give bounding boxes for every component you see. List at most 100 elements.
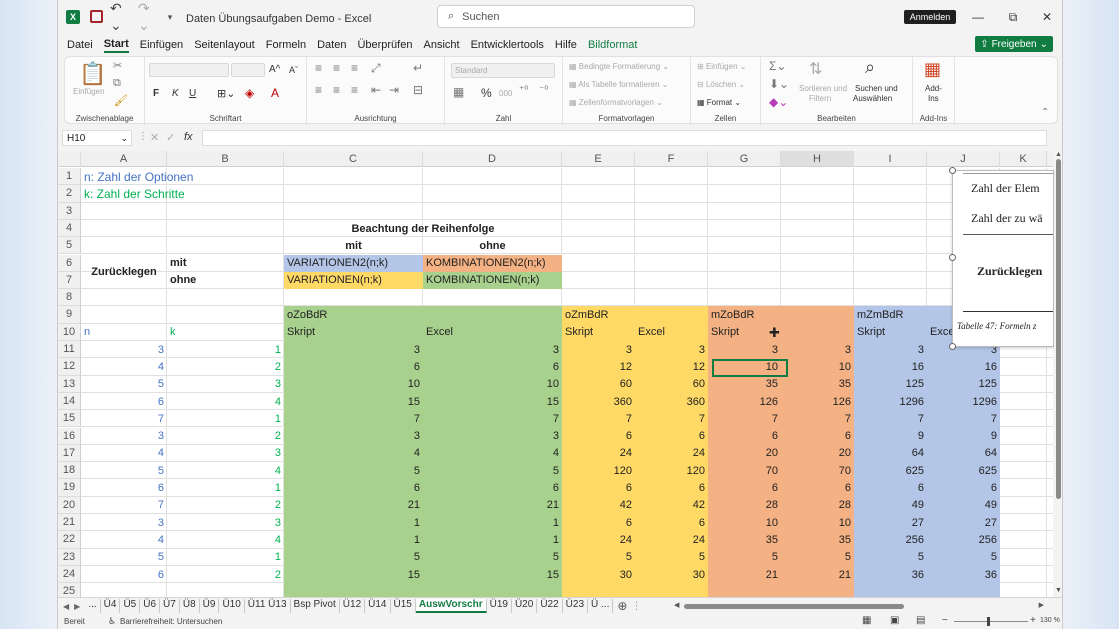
- row-header-15[interactable]: 15: [58, 410, 81, 428]
- delete-cells-button[interactable]: ⊟ Löschen ⌄: [697, 80, 745, 89]
- inserted-picture[interactable]: Zahl der Elem Zahl der zu wä Zurücklegen…: [952, 170, 1054, 347]
- cell-g11[interactable]: 3: [708, 341, 781, 358]
- name-box[interactable]: H10 ⌄: [62, 130, 132, 146]
- resize-handle[interactable]: [949, 343, 956, 350]
- cell-g23[interactable]: 5: [708, 549, 781, 566]
- grid-cell[interactable]: [423, 202, 562, 220]
- cell-d15[interactable]: 7: [423, 410, 562, 427]
- cell-a18[interactable]: 5: [81, 462, 167, 479]
- grid-cell[interactable]: [781, 237, 854, 255]
- grid-cell[interactable]: [562, 289, 635, 307]
- row-header-8[interactable]: 8: [58, 289, 81, 307]
- cell-h13[interactable]: 35: [781, 376, 854, 393]
- sheet-tab[interactable]: Ü6: [140, 599, 161, 613]
- grid-cell[interactable]: [1000, 462, 1047, 480]
- cell-c12[interactable]: 6: [284, 358, 423, 375]
- orientation-icon[interactable]: ⤢: [371, 61, 381, 76]
- grid-cell[interactable]: [854, 202, 927, 220]
- grid-cell[interactable]: [1000, 496, 1047, 514]
- share-button[interactable]: ⇪ Freigeben ⌄: [975, 36, 1053, 52]
- grid-cell[interactable]: [708, 289, 781, 307]
- zoom-slider[interactable]: [954, 621, 1028, 622]
- cell-c9[interactable]: oZoBdR: [284, 306, 423, 323]
- cell-c23[interactable]: 5: [284, 549, 423, 566]
- restore-button[interactable]: ⧉: [1003, 8, 1023, 26]
- grid-cell[interactable]: [81, 289, 167, 307]
- cell-g24[interactable]: 21: [708, 566, 781, 583]
- grid-cell[interactable]: [423, 168, 562, 186]
- cell-c18[interactable]: 5: [284, 462, 423, 479]
- cell-g12[interactable]: 10: [708, 358, 781, 375]
- align-right-icon[interactable]: ≡: [351, 83, 358, 97]
- row-header-5[interactable]: 5: [58, 237, 81, 255]
- grid-cell[interactable]: [1000, 427, 1047, 445]
- outdent-icon[interactable]: ⇥: [389, 83, 399, 97]
- grid-cell[interactable]: [1000, 392, 1047, 411]
- sheet-tab[interactable]: Ü ...: [588, 599, 614, 613]
- paste-icon[interactable]: 📋: [79, 61, 106, 87]
- row-header-20[interactable]: 20: [58, 496, 81, 514]
- grid-cell[interactable]: [81, 219, 167, 238]
- search-input[interactable]: ⌕ Suchen: [437, 5, 695, 28]
- column-header-f[interactable]: F: [635, 151, 708, 167]
- cell-d23[interactable]: 5: [423, 549, 562, 566]
- cell-j16[interactable]: 9: [927, 428, 1000, 445]
- cell-d7[interactable]: KOMBINATIONEN(n;k): [423, 272, 562, 289]
- format-cells-button[interactable]: ▦ Format ⌄: [697, 98, 741, 107]
- column-header-j[interactable]: J: [927, 151, 1000, 167]
- row-header-7[interactable]: 7: [58, 271, 81, 290]
- grid-cell[interactable]: [854, 289, 927, 307]
- cell-a22[interactable]: 4: [81, 531, 167, 548]
- grid-cell[interactable]: [854, 237, 927, 255]
- bold-button[interactable]: F: [153, 88, 159, 99]
- cell-e17[interactable]: 24: [562, 445, 635, 462]
- cell-e11[interactable]: 3: [562, 341, 635, 358]
- column-header-i[interactable]: I: [854, 151, 927, 167]
- cell-b17[interactable]: 3: [167, 445, 284, 462]
- grid-cell[interactable]: [562, 271, 635, 290]
- cell-d19[interactable]: 6: [423, 479, 562, 496]
- grid-cell[interactable]: [1047, 583, 1053, 597]
- grid-cell[interactable]: [284, 168, 423, 186]
- cell-c10[interactable]: Skript: [284, 324, 423, 341]
- cell-d14[interactable]: 15: [423, 393, 562, 410]
- menu-tab-ansicht[interactable]: Ansicht: [423, 39, 459, 51]
- grid-cell[interactable]: [167, 306, 284, 324]
- cell-c17[interactable]: 4: [284, 445, 423, 462]
- cell-i19[interactable]: 6: [854, 479, 927, 496]
- zoom-in-icon[interactable]: +: [1030, 615, 1036, 626]
- cell-c15[interactable]: 7: [284, 410, 423, 427]
- cell-i15[interactable]: 7: [854, 410, 927, 427]
- cell-h12[interactable]: 10: [781, 358, 854, 375]
- sheet-tab[interactable]: Ü23: [563, 599, 589, 613]
- zoom-out-icon[interactable]: −: [942, 615, 948, 626]
- cell-i11[interactable]: 3: [854, 341, 927, 358]
- grid-cell[interactable]: [284, 202, 423, 220]
- row-header-4[interactable]: 4: [58, 219, 81, 238]
- cell-j12[interactable]: 16: [927, 358, 1000, 375]
- undo-icon[interactable]: ↶ ⌄: [110, 0, 134, 33]
- column-header-k[interactable]: K: [1000, 151, 1047, 167]
- row-header-14[interactable]: 14: [58, 392, 81, 411]
- cell-h11[interactable]: 3: [781, 341, 854, 358]
- cell-b23[interactable]: 1: [167, 549, 284, 566]
- grid-cell[interactable]: [1000, 444, 1047, 463]
- sheet-tab[interactable]: Ü12: [340, 599, 366, 613]
- cell-c22[interactable]: 1: [284, 531, 423, 548]
- align-bottom-icon[interactable]: ≡: [351, 61, 358, 75]
- row-header-16[interactable]: 16: [58, 427, 81, 445]
- clear-icon[interactable]: ◆⌄: [769, 95, 788, 109]
- grid-cell[interactable]: [1047, 445, 1053, 463]
- cell-f20[interactable]: 42: [635, 497, 708, 514]
- align-left-icon[interactable]: ≡: [315, 83, 322, 97]
- cell-a21[interactable]: 3: [81, 514, 167, 531]
- align-middle-icon[interactable]: ≡: [333, 61, 340, 75]
- grid-cell[interactable]: [1047, 479, 1053, 497]
- row-header-24[interactable]: 24: [58, 565, 81, 584]
- grid-cell[interactable]: [81, 306, 167, 324]
- sort-filter-label-2[interactable]: Filtern: [809, 94, 831, 103]
- cell-c13[interactable]: 10: [284, 376, 423, 393]
- menu-tab-entwicklertools[interactable]: Entwicklertools: [471, 39, 544, 51]
- cell-b13[interactable]: 3: [167, 376, 284, 393]
- find-select-label[interactable]: Suchen und: [855, 84, 898, 93]
